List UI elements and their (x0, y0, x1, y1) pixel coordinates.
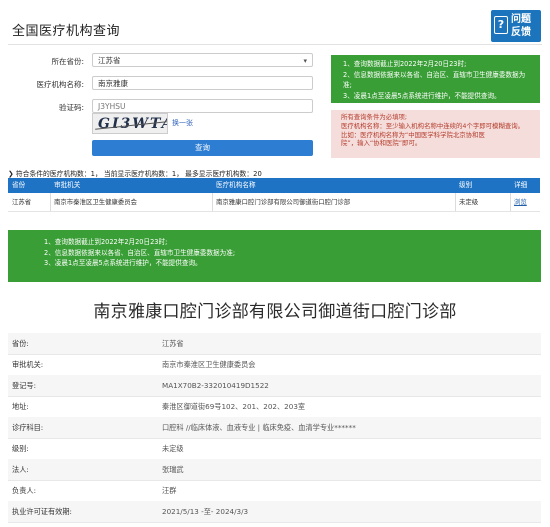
feedback-button[interactable]: ? 问题 反馈 (491, 10, 541, 42)
province-label: 所在省份: (51, 57, 84, 66)
query-button[interactable]: 查询 (92, 140, 313, 156)
result-count-text: 符合条件的医疗机构数：1， 当前显示医疗机构数：1， 最多显示医疗机构数：20 (15, 170, 262, 178)
notice-line: 1、查询数据截止到2022年2月20日23时; (343, 60, 467, 68)
feedback-label-2: 反馈 (511, 27, 531, 38)
refresh-captcha-link[interactable]: 换一张 (172, 118, 193, 128)
help-icon: ? (494, 16, 508, 34)
column-divider (455, 193, 456, 211)
name-label: 医疗机构名称: (36, 80, 84, 89)
search-tip-box: 所有查询条件为必填项; 医疗机构名称：至少输入机构名称中连续的4个字即可模糊查询… (331, 110, 540, 158)
detail-value: 口腔科 //临床体液、血液专业 | 临床免疫、血清学专业****** (162, 423, 356, 432)
notice-line: 1、查询数据截止到2022年2月20日23时; (44, 238, 168, 246)
detail-value: 南京市秦淮区卫生健康委员会 (162, 360, 256, 369)
notice-box-top: 1、查询数据截止到2022年2月20日23时; 2、信息数据依据来以各省、自治区… (331, 55, 540, 103)
notice-line: 3、凌晨1点至凌晨5点系统进行维护，不能提供查询。 (343, 91, 501, 100)
detail-value: MA1X70B2-332010419D1522 (162, 381, 269, 390)
detail-value: 张瑞武 (162, 465, 184, 474)
cell-institution: 南京雅康口腔门诊部有限公司御道街口腔门诊部 (216, 198, 351, 206)
results-table-header: 省份 审批机关 医疗机构名称 级别 详细 (8, 178, 540, 193)
table-row: 江苏省 南京市秦淮区卫生健康委员会 南京雅康口腔门诊部有限公司御道街口腔门诊部 … (8, 193, 540, 212)
detail-key: 执业许可证有效期: (12, 507, 72, 516)
view-detail-link[interactable]: 浏览 (514, 193, 527, 211)
institution-name-input[interactable]: 南京雅康 (92, 76, 313, 90)
detail-row-subjects: 诊疗科目: 口腔科 //临床体液、血液专业 | 临床免疫、血清学专业****** (8, 417, 541, 439)
notice-line: 2、信息数据依据来以各省、自治区、直辖市卫生健康委数据为准; (343, 70, 526, 90)
detail-row-province: 省份: 江苏省 (8, 333, 541, 355)
column-divider (50, 193, 51, 211)
chevron-down-icon: ▾ (303, 57, 307, 65)
tip-line: 院”，输入“协和医院”即可。 (341, 139, 422, 148)
page-title: 全国医疗机构查询 (12, 24, 121, 39)
detail-key: 登记号: (12, 381, 36, 390)
feedback-label-1: 问题 (511, 14, 531, 25)
detail-row-license-validity: 执业许可证有效期: 2021/5/13 -至- 2024/3/3 (8, 501, 541, 523)
header-divider (8, 44, 542, 45)
notice-line: 2、信息数据依据来以各省、自治区、直辖市卫生健康委数据为准; (44, 248, 236, 257)
detail-key: 地址: (12, 402, 29, 411)
detail-value: 2021/5/13 -至- 2024/3/3 (162, 507, 249, 516)
cell-level: 未定级 (459, 198, 479, 206)
province-select[interactable]: 江苏省 ▾ (92, 53, 313, 67)
detail-key: 法人: (12, 465, 29, 474)
tip-line: 所有查询条件为必填项; (341, 113, 408, 121)
detail-row-registration: 登记号: MA1X70B2-332010419D1522 (8, 375, 541, 397)
detail-value: 江苏省 (162, 339, 184, 348)
detail-row-level: 级别: 未定级 (8, 438, 541, 460)
detail-value: 汪群 (162, 486, 177, 495)
detail-key: 省份: (12, 339, 29, 348)
col-level: 级别 (459, 181, 473, 189)
cell-authority: 南京市秦淮区卫生健康委员会 (54, 198, 138, 206)
detail-value: 未定级 (162, 444, 184, 453)
detail-row-manager: 负责人: 汪群 (8, 480, 541, 502)
col-authority: 审批机关 (54, 181, 81, 189)
detail-value: 秦淮区御道街69号102、201、202、203室 (162, 402, 306, 411)
detail-title: 南京雅康口腔门诊部有限公司御道街口腔门诊部 (93, 302, 457, 322)
tip-line: 医疗机构名称：至少输入机构名称中连续的4个字即可模糊查询。 (341, 121, 525, 130)
captcha-image[interactable]: GI3WTA (92, 113, 168, 134)
col-detail: 详细 (514, 181, 528, 189)
detail-row-authority: 审批机关: 南京市秦淮区卫生健康委员会 (8, 354, 541, 376)
detail-key: 诊疗科目: (12, 423, 44, 432)
cell-province: 江苏省 (12, 198, 32, 206)
col-province: 省份 (12, 181, 26, 189)
detail-key: 级别: (12, 444, 29, 453)
column-divider (510, 193, 511, 211)
notice-line: 3、凌晨1点至凌晨5点系统进行维护，不能提供查询。 (44, 259, 202, 267)
column-divider (212, 193, 213, 211)
notice-box-bottom: 1、查询数据截止到2022年2月20日23时; 2、信息数据依据来以各省、自治区… (8, 230, 541, 282)
detail-row-legal-person: 法人: 张瑞武 (8, 459, 541, 481)
detail-key: 审批机关: (12, 360, 44, 369)
detail-key: 负责人: (12, 486, 36, 495)
result-count: ❯ 符合条件的医疗机构数：1， 当前显示医疗机构数：1， 最多显示医疗机构数：2… (8, 168, 262, 178)
captcha-label: 验证码: (58, 103, 84, 112)
captcha-input[interactable]: J3YHSU (92, 99, 313, 113)
info-icon: ❯ (8, 170, 14, 178)
col-institution: 医疗机构名称 (216, 181, 256, 189)
province-value: 江苏省 (98, 56, 121, 65)
detail-row-address: 地址: 秦淮区御道街69号102、201、202、203室 (8, 396, 541, 418)
